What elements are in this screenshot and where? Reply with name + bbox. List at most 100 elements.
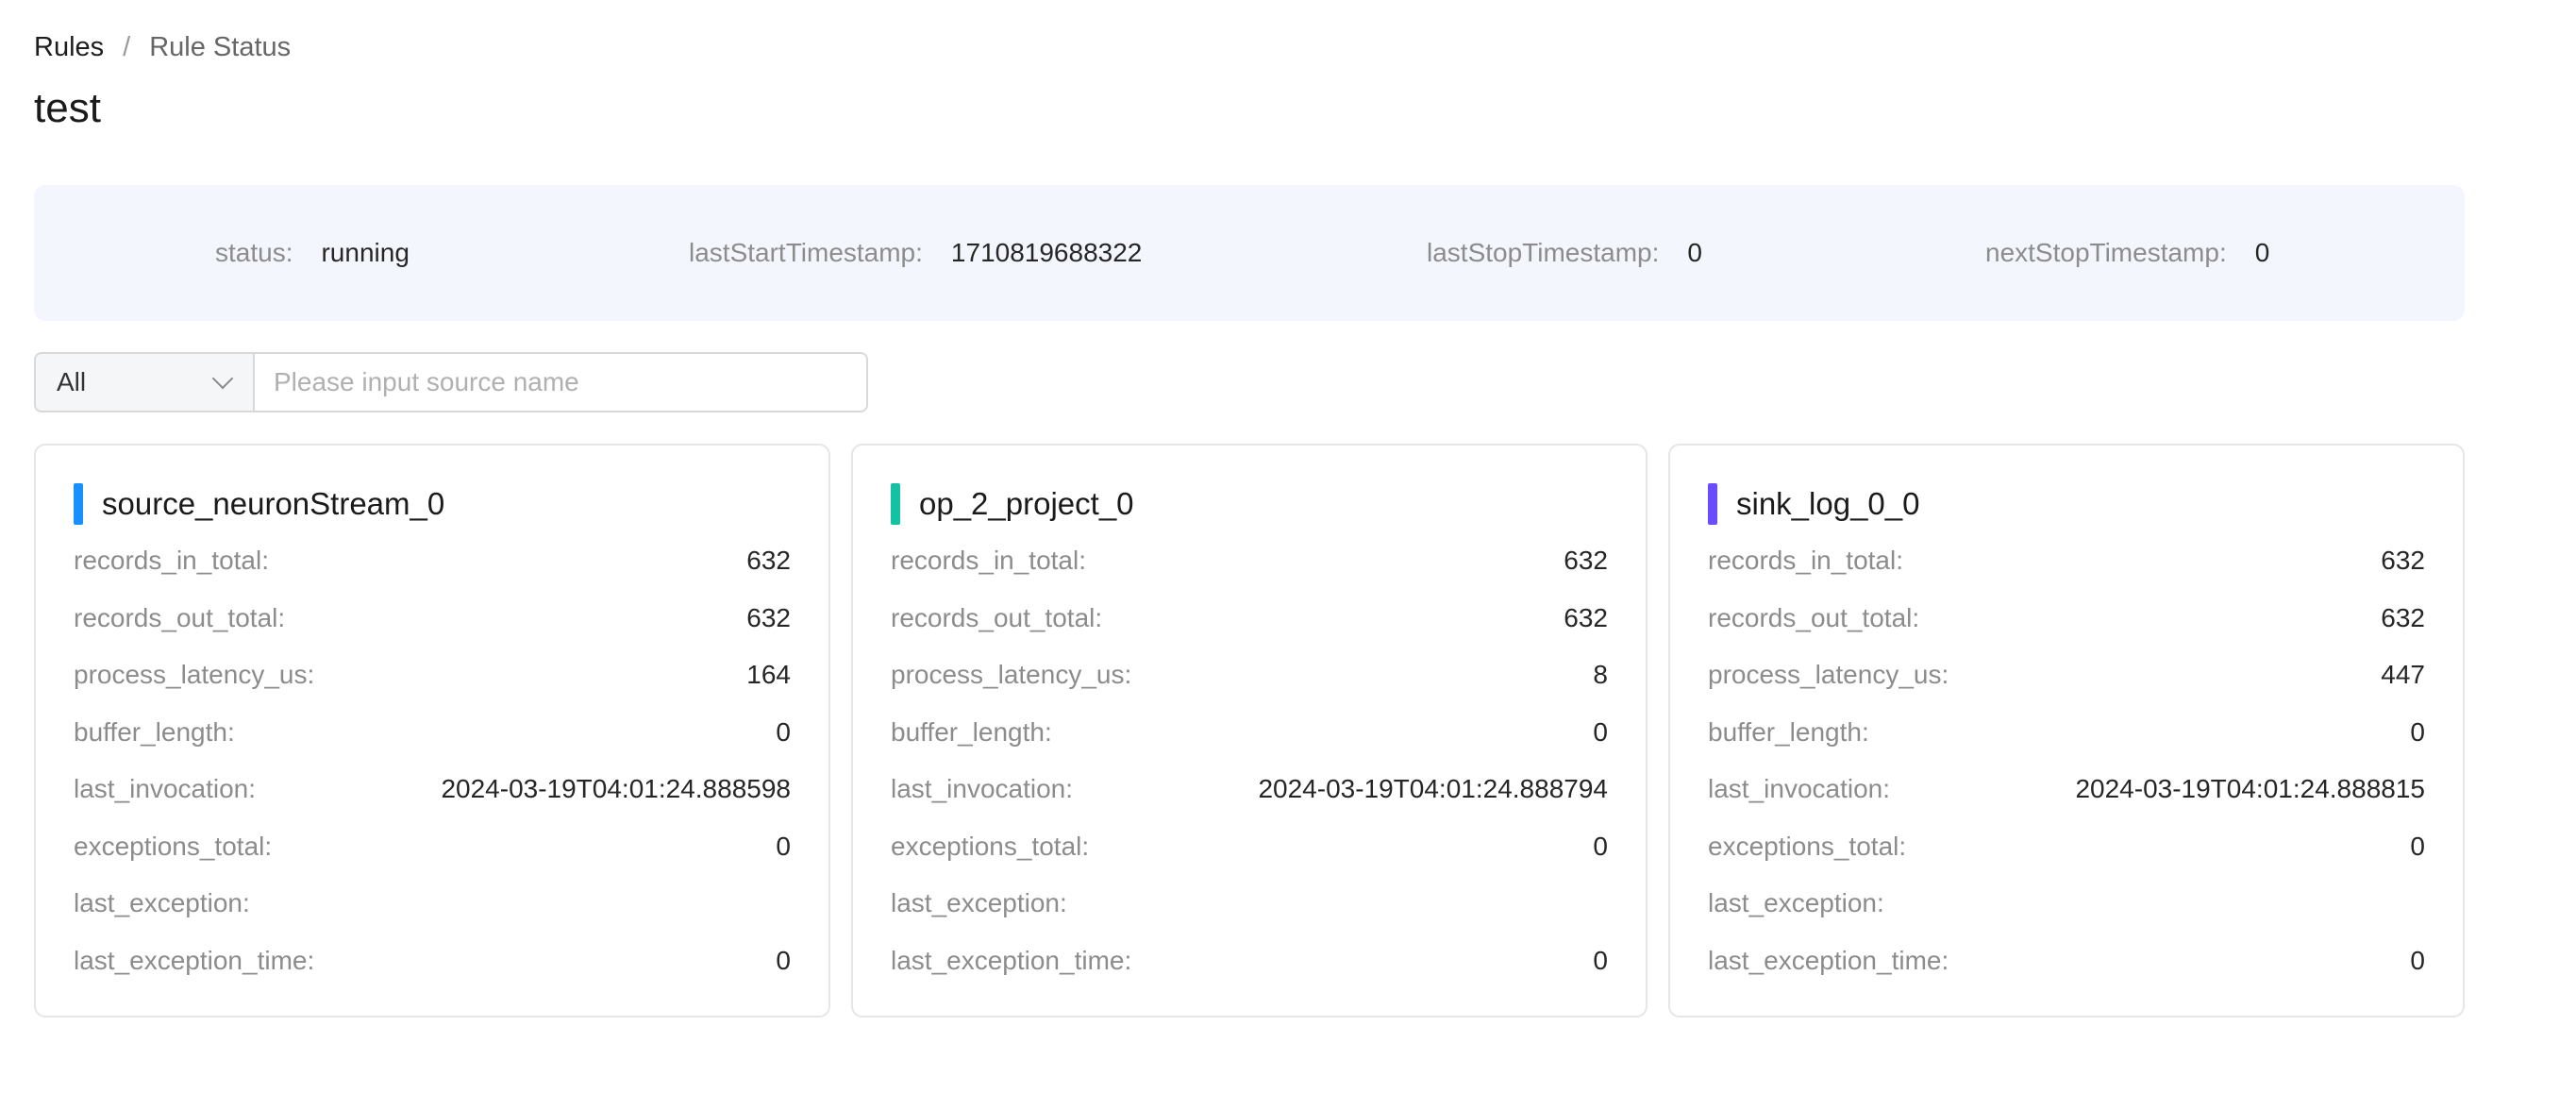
metric-value: 0 bbox=[776, 716, 791, 747]
metric-label: records_in_total: bbox=[74, 546, 270, 576]
metric-row: records_in_total: 632 bbox=[891, 532, 1608, 590]
metric-value: 632 bbox=[746, 546, 791, 576]
metric-row: process_latency_us: 8 bbox=[891, 647, 1608, 704]
next-stop-timestamp-label: nextStopTimestamp: bbox=[1985, 238, 2227, 267]
node-card-title: sink_log_0_0 bbox=[1736, 486, 1920, 521]
metric-label: exceptions_total: bbox=[1708, 831, 1907, 861]
metric-row: last_invocation: 2024-03-19T04:01:24.8887… bbox=[891, 761, 1608, 818]
metric-label: last_invocation: bbox=[891, 774, 1074, 804]
node-card-header: op_2_project_0 bbox=[891, 483, 1134, 525]
metric-label: last_exception_time: bbox=[1708, 945, 1949, 975]
page-title: test bbox=[34, 85, 101, 131]
node-metrics: records_in_total: 632 records_out_total: 63… bbox=[1708, 532, 2425, 989]
last-stop-timestamp-value: 0 bbox=[1687, 238, 1702, 267]
node-card-header: sink_log_0_0 bbox=[1708, 483, 1920, 525]
type-select-value: All bbox=[57, 367, 87, 396]
metric-row: buffer_length: 0 bbox=[891, 704, 1608, 762]
metric-row: records_in_total: 632 bbox=[1708, 532, 2425, 590]
metric-row: exceptions_total: 0 bbox=[74, 818, 791, 876]
metric-label: last_exception: bbox=[74, 888, 250, 918]
breadcrumb: Rules / Rule Status bbox=[34, 30, 291, 64]
node-card: source_neuronStream_0 records_in_total: 6… bbox=[34, 444, 830, 1018]
rule-status-panel: status: running lastStartTimestamp: 1710… bbox=[34, 185, 2465, 321]
metric-row: last_exception: bbox=[1708, 875, 2425, 933]
metric-value: 632 bbox=[2381, 546, 2425, 576]
node-accent-bar bbox=[891, 483, 900, 525]
source-filter: All bbox=[34, 352, 868, 412]
node-card-header: source_neuronStream_0 bbox=[74, 483, 444, 525]
chevron-down-icon bbox=[211, 367, 234, 390]
metric-row: last_exception: bbox=[74, 875, 791, 933]
metric-value: 632 bbox=[746, 602, 791, 632]
metric-row: process_latency_us: 164 bbox=[74, 647, 791, 704]
next-stop-timestamp-field: nextStopTimestamp: 0 bbox=[1985, 185, 2269, 321]
breadcrumb-separator: / bbox=[123, 31, 131, 62]
metric-value: 632 bbox=[1564, 546, 1608, 576]
metric-label: last_exception: bbox=[1708, 888, 1884, 918]
metric-row: last_exception_time: 0 bbox=[891, 933, 1608, 990]
metric-label: buffer_length: bbox=[891, 716, 1052, 747]
metric-value: 2024-03-19T04:01:24.888598 bbox=[441, 774, 791, 804]
metric-value: 632 bbox=[2381, 602, 2425, 632]
metric-label: records_in_total: bbox=[891, 546, 1087, 576]
node-metrics: records_in_total: 632 records_out_total: 63… bbox=[891, 532, 1608, 989]
metric-value: 0 bbox=[2410, 945, 2425, 975]
type-select[interactable]: All bbox=[34, 352, 253, 412]
breadcrumb-current: Rule Status bbox=[149, 31, 292, 62]
node-card-title: source_neuronStream_0 bbox=[102, 486, 445, 521]
metric-row: last_exception_time: 0 bbox=[74, 933, 791, 990]
metric-label: records_out_total: bbox=[1708, 602, 1920, 632]
metric-row: buffer_length: 0 bbox=[74, 704, 791, 762]
metric-value: 0 bbox=[1593, 831, 1608, 861]
status-label: status: bbox=[215, 238, 293, 267]
node-card-title: op_2_project_0 bbox=[919, 486, 1134, 521]
metric-label: process_latency_us: bbox=[74, 660, 315, 690]
metric-value: 447 bbox=[2381, 660, 2425, 690]
last-start-timestamp-value: 1710819688322 bbox=[950, 238, 1143, 267]
metric-value: 0 bbox=[776, 831, 791, 861]
node-card: sink_log_0_0 records_in_total: 632 records… bbox=[1668, 444, 2465, 1018]
metric-value: 164 bbox=[746, 660, 791, 690]
metric-value: 0 bbox=[776, 945, 791, 975]
metric-label: exceptions_total: bbox=[891, 831, 1090, 861]
metric-row: buffer_length: 0 bbox=[1708, 704, 2425, 762]
metric-value: 0 bbox=[2410, 716, 2425, 747]
status-value: running bbox=[321, 238, 410, 267]
metric-row: process_latency_us: 447 bbox=[1708, 647, 2425, 704]
metric-row: last_exception: bbox=[891, 875, 1608, 933]
metric-label: last_exception_time: bbox=[74, 945, 315, 975]
metric-row: records_out_total: 632 bbox=[74, 590, 791, 648]
metric-label: last_invocation: bbox=[1708, 774, 1891, 804]
metric-label: exceptions_total: bbox=[74, 831, 273, 861]
metric-label: process_latency_us: bbox=[891, 660, 1132, 690]
next-stop-timestamp-value: 0 bbox=[2254, 238, 2270, 267]
node-accent-bar bbox=[74, 483, 83, 525]
metric-label: buffer_length: bbox=[74, 716, 235, 747]
metric-value: 2024-03-19T04:01:24.888815 bbox=[2075, 774, 2425, 804]
metric-value: 0 bbox=[1593, 945, 1608, 975]
metric-label: process_latency_us: bbox=[1708, 660, 1949, 690]
metric-value: 632 bbox=[1564, 602, 1608, 632]
metric-value: 0 bbox=[1593, 716, 1608, 747]
metric-label: records_out_total: bbox=[74, 602, 286, 632]
last-stop-timestamp-field: lastStopTimestamp: 0 bbox=[1427, 185, 1702, 321]
node-accent-bar bbox=[1708, 483, 1717, 525]
last-start-timestamp-label: lastStartTimestamp: bbox=[689, 238, 923, 267]
status-field: status: running bbox=[215, 185, 410, 321]
metric-row: last_invocation: 2024-03-19T04:01:24.8885… bbox=[74, 761, 791, 818]
metric-row: exceptions_total: 0 bbox=[891, 818, 1608, 876]
last-start-timestamp-field: lastStartTimestamp: 1710819688322 bbox=[689, 185, 1142, 321]
node-card: op_2_project_0 records_in_total: 632 recor… bbox=[851, 444, 1648, 1018]
metric-label: records_in_total: bbox=[1708, 546, 1904, 576]
source-name-search-input[interactable] bbox=[253, 352, 868, 412]
metric-label: records_out_total: bbox=[891, 602, 1103, 632]
metric-value: 8 bbox=[1593, 660, 1608, 690]
metric-label: last_invocation: bbox=[74, 774, 257, 804]
metric-value: 0 bbox=[2410, 831, 2425, 861]
last-stop-timestamp-label: lastStopTimestamp: bbox=[1427, 238, 1660, 267]
metric-row: records_in_total: 632 bbox=[74, 532, 791, 590]
breadcrumb-rules-link[interactable]: Rules bbox=[34, 32, 104, 63]
metric-row: last_exception_time: 0 bbox=[1708, 933, 2425, 990]
metric-value: 2024-03-19T04:01:24.888794 bbox=[1258, 774, 1608, 804]
metric-label: buffer_length: bbox=[1708, 716, 1869, 747]
